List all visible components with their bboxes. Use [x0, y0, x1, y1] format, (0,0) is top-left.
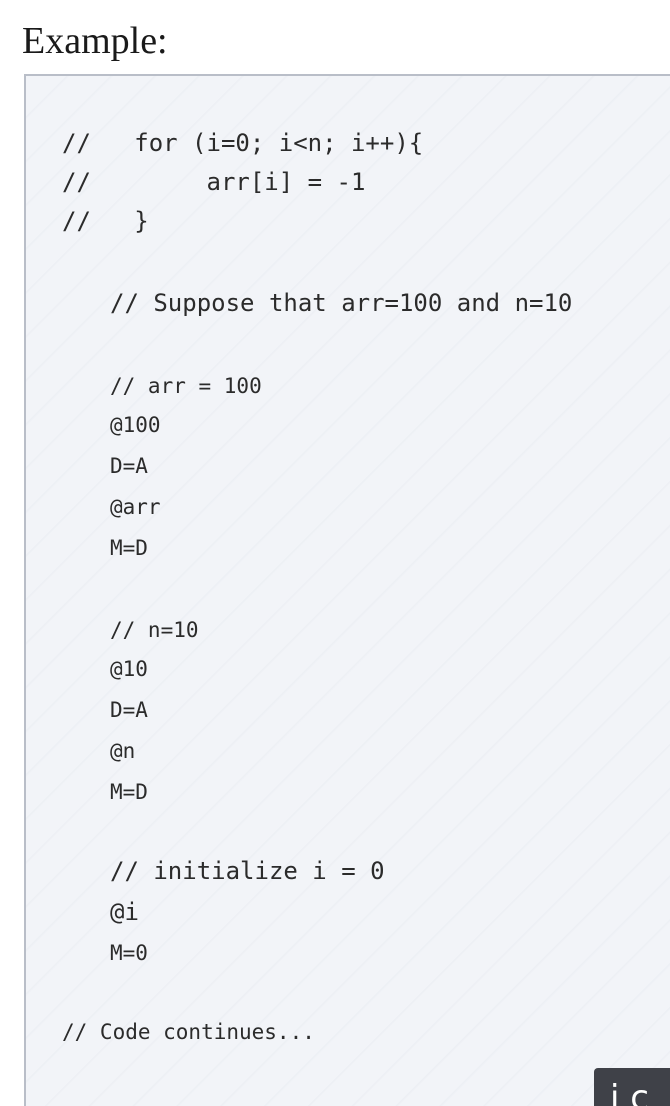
- code-block: // for (i=0; i<n; i++){ // arr[i] = -1 // …: [24, 74, 670, 1106]
- code-line: @100: [110, 413, 161, 437]
- code-line: // n=10: [110, 618, 199, 642]
- code-line: // Suppose that arr=100 and n=10: [110, 289, 573, 317]
- code-line: // arr[i] = -1: [62, 168, 366, 196]
- code-line: // for (i=0; i<n; i++){: [62, 129, 424, 157]
- code-line: D=A: [110, 454, 148, 478]
- code-line: @i: [110, 898, 139, 926]
- corner-overlay-badge: i c: [594, 1068, 670, 1106]
- code-line: M=0: [110, 941, 148, 965]
- code-line: @n: [110, 739, 136, 763]
- example-heading: Example:: [22, 20, 168, 62]
- code-line: // arr = 100: [110, 374, 262, 398]
- code-line: M=D: [110, 536, 148, 560]
- code-line: // Code continues...: [62, 1020, 315, 1044]
- code-line: @arr: [110, 495, 161, 519]
- code-line: // }: [62, 207, 149, 235]
- code-line: M=D: [110, 780, 148, 804]
- code-line: D=A: [110, 698, 148, 722]
- code-line: @10: [110, 657, 148, 681]
- code-line: // initialize i = 0: [110, 857, 385, 885]
